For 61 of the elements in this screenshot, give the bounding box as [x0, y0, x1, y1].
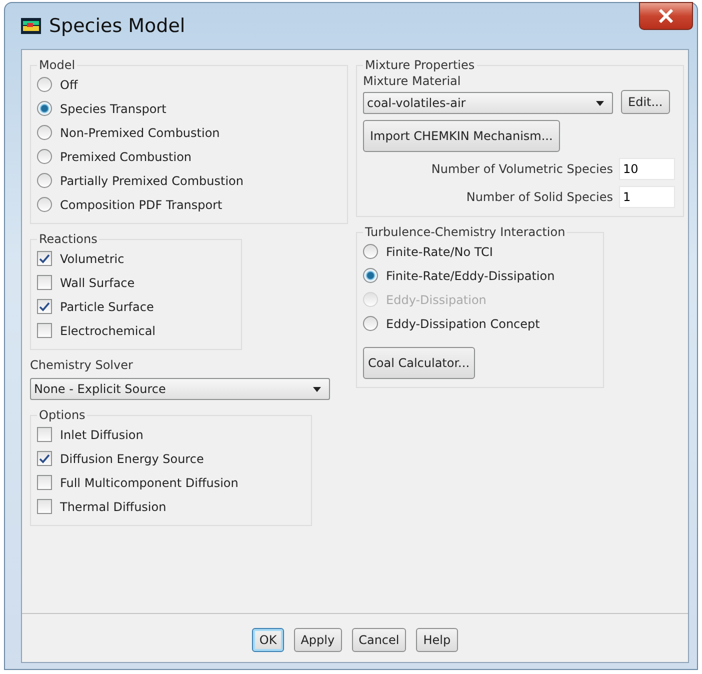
checkbox-label: Electrochemical — [60, 324, 156, 338]
radio-label: Eddy-Dissipation — [386, 292, 486, 306]
close-icon — [658, 9, 674, 23]
dialog-button[interactable]: Cancel — [352, 628, 406, 652]
radio-button[interactable] — [37, 149, 52, 164]
dialog-button[interactable]: Help — [416, 628, 458, 652]
edit-button[interactable]: Edit... — [621, 90, 670, 114]
group-title: Turbulence-Chemistry Interaction — [364, 225, 566, 239]
chemistry-solver-dropdown[interactable]: None - Explicit Source — [30, 378, 330, 400]
radio-button[interactable] — [37, 197, 52, 212]
checkbox[interactable] — [37, 299, 52, 314]
checkbox[interactable] — [37, 475, 52, 490]
checkbox[interactable] — [37, 427, 52, 442]
species-count-field[interactable]: 10 — [619, 158, 675, 180]
import-chemkin-button[interactable]: Import CHEMKIN Mechanism... — [363, 120, 560, 152]
checkbox-label: Thermal Diffusion — [60, 500, 166, 514]
checkbox-label: Full Multicomponent Diffusion — [60, 476, 238, 490]
radio-button[interactable] — [363, 268, 378, 283]
chemistry-solver-label: Chemistry Solver — [30, 358, 134, 372]
radio-label: Partially Premixed Combustion — [60, 174, 244, 188]
radio-label: Finite-Rate/No TCI — [386, 244, 493, 258]
radio-button[interactable] — [37, 173, 52, 188]
dropdown-caret-icon — [596, 100, 604, 106]
mixture-material-dropdown[interactable]: coal-volatiles-air — [363, 92, 613, 114]
radio-label: Off — [60, 78, 78, 92]
window-title: Species Model — [49, 15, 186, 37]
radio-label: Composition PDF Transport — [60, 198, 222, 212]
dialog-button[interactable]: Apply — [294, 628, 342, 652]
radio-button[interactable] — [37, 101, 52, 116]
dialog-button[interactable]: OK — [252, 628, 284, 652]
checkbox[interactable] — [37, 323, 52, 338]
close-button[interactable] — [639, 2, 693, 30]
checkbox-label: Diffusion Energy Source — [60, 452, 204, 466]
radio-button[interactable] — [37, 125, 52, 140]
checkbox-label: Particle Surface — [60, 300, 154, 314]
group-title: Model — [38, 58, 76, 72]
dropdown-caret-icon — [313, 386, 321, 392]
radio-button[interactable] — [37, 77, 52, 92]
radio-label: Non-Premixed Combustion — [60, 126, 220, 140]
group-title: Options — [38, 408, 86, 422]
checkbox[interactable] — [37, 451, 52, 466]
radio-button[interactable] — [363, 244, 378, 259]
mixture-material-label: Mixture Material — [363, 74, 462, 88]
radio-label: Species Transport — [60, 102, 166, 116]
checkbox-label: Inlet Diffusion — [60, 428, 144, 442]
checkbox-label: Wall Surface — [60, 276, 135, 290]
radio-label: Premixed Combustion — [60, 150, 192, 164]
checkbox[interactable] — [37, 251, 52, 266]
coal-calculator-button[interactable]: Coal Calculator... — [363, 347, 475, 379]
radio-button[interactable] — [363, 316, 378, 331]
species-count-field[interactable]: 1 — [619, 186, 675, 208]
checkbox[interactable] — [37, 499, 52, 514]
species-count-label: Number of Volumetric Species — [431, 162, 613, 176]
radio-label: Eddy-Dissipation Concept — [386, 316, 540, 330]
group-title: Reactions — [38, 232, 98, 246]
checkbox[interactable] — [37, 275, 52, 290]
app-icon — [21, 18, 41, 34]
species-count-label: Number of Solid Species — [466, 190, 613, 204]
radio-label: Finite-Rate/Eddy-Dissipation — [386, 268, 555, 282]
checkbox-label: Volumetric — [60, 252, 124, 266]
group-title: Mixture Properties — [364, 58, 476, 72]
